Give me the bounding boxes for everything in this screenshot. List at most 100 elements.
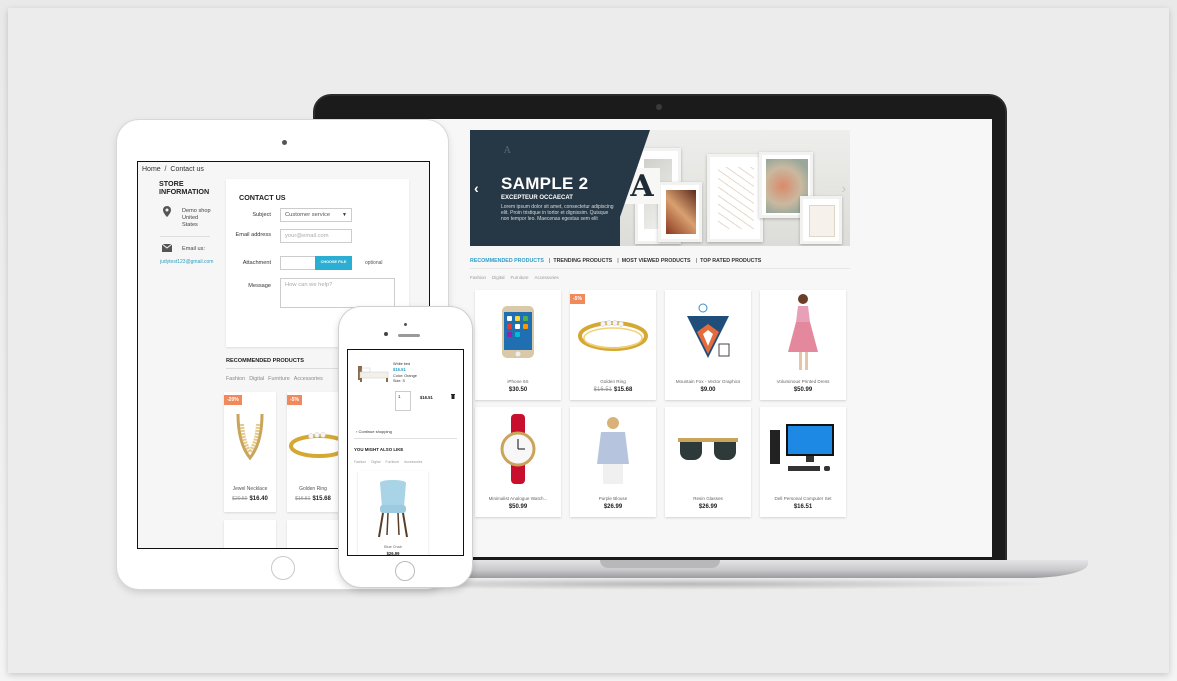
product-image-dress [760,290,846,374]
category-accessories[interactable]: Accessories [404,460,422,464]
product-price: $16.51 $15.68 [570,387,656,393]
category-furniture[interactable]: Furniture [386,460,400,464]
product-card[interactable]: Purple Blouse $26.99 [570,407,656,517]
tab-trending[interactable]: TRENDING PRODUCTS [553,258,612,264]
product-image-computer [760,407,846,491]
product-card[interactable]: iPhone 6S $30.50 [475,290,561,400]
breadcrumb[interactable]: Home / Contact us [142,166,204,173]
divider [160,236,210,237]
product-name[interactable]: Blue Chair [358,545,428,549]
subject-select[interactable]: Customer service ▼ [280,208,352,222]
cart-item: White bed $16.51 Color: Orange Size: S 1 … [348,350,463,430]
file-name-field[interactable] [280,256,316,270]
banner-subtitle: EXCEPTEUR OCCAECAT [501,195,573,201]
discount-badge: -20% [224,395,242,405]
phone-sensor [404,323,407,326]
category-furniture[interactable]: Furniture [268,376,290,382]
product-name[interactable]: Purple Blouse [570,496,656,501]
map-pin-icon [163,206,171,219]
chevron-left-icon[interactable]: ‹ [474,180,479,196]
chevron-right-icon[interactable]: › [841,180,846,196]
tab-top-rated[interactable]: TOP RATED PRODUCTS [700,258,761,264]
cart-item-color: Color: Orange [393,374,417,378]
art-frame [658,182,702,242]
old-price: $16.51 [593,387,612,393]
category-accessories[interactable]: Accessories [535,275,559,280]
category-digital[interactable]: Digital [249,376,264,382]
message-textarea[interactable]: How can we help? [280,278,395,308]
product-name[interactable]: Resin Glasses [665,496,751,501]
product-card[interactable]: Voluminous Printed Dress $50.99 [760,290,846,400]
category-furniture[interactable]: Furniture [511,275,529,280]
product-image-glasses [665,407,751,491]
tab-recommended[interactable]: RECOMMENDED PRODUCTS [470,258,544,264]
phone-speaker [398,334,420,337]
current-price: $15.68 [614,387,633,393]
email-field[interactable]: your@email.com [280,229,352,243]
product-card[interactable]: Minimalist Analogue Watch... $50.99 [475,407,561,517]
product-name[interactable]: Mountain Fox - Vector Graphics [665,379,751,384]
category-fashion[interactable]: Fashion [354,460,366,464]
product-name[interactable]: Minimalist Analogue Watch... [475,496,561,501]
old-price: $20.50 [232,496,248,502]
product-card[interactable]: -5% Golden Ring $16.51 $15.68 [570,290,656,400]
laptop-notch [600,560,720,568]
continue-shopping-link[interactable]: ‹ Continue shopping [356,429,392,434]
product-image-chair [378,480,408,538]
choose-file-button[interactable]: CHOOSE FILE [315,256,352,270]
optional-note: optional [365,260,383,266]
product-card[interactable] [224,520,276,548]
category-accessories[interactable]: Accessories [294,376,323,382]
product-image-necklace [236,414,264,461]
quantity-stepper[interactable]: 1 [395,391,411,411]
product-name[interactable]: Golden Ring [570,379,656,384]
product-image-ring [570,290,656,374]
banner-diagonal [610,130,650,246]
product-name[interactable]: Voluminous Printed Dress [760,379,846,384]
cart-item-price: $16.51 [393,367,406,372]
store-info-title: STORE INFORMATION [159,179,210,196]
product-price: $50.99 [793,387,813,393]
product-price: $16.51 [793,504,813,510]
product-card[interactable]: Mountain Fox - Vector Graphics $9.00 [665,290,751,400]
product-price: $26.99 [698,504,718,510]
store-email-link[interactable]: judytest123@gmail.com [160,259,218,265]
product-price: $20.50 $16.40 [224,496,276,502]
product-name[interactable]: Jewel Necklace [224,486,276,492]
trash-icon[interactable] [451,394,455,401]
category-fashion[interactable]: Fashion [470,275,486,280]
store-address: Demo shop United States [182,208,211,228]
attachment-label: Attachment [242,260,271,266]
product-price: $26.99 [386,551,400,556]
category-tabs: Fashion Digital Furniture Accessories [470,275,565,280]
product-image-phone [475,290,561,374]
message-label: Message [248,283,271,289]
product-price: $30.50 [508,387,528,393]
product-card[interactable] [287,520,339,548]
product-card[interactable]: -20% Jewel Necklace $20.50 $16.40 [224,392,276,512]
category-digital[interactable]: Digital [371,460,380,464]
envelope-icon [161,243,173,254]
tablet-home-button [271,556,295,580]
product-name[interactable]: Dell Personal Computer Set [760,496,846,501]
line-total: $16.51 [420,395,433,400]
product-card[interactable]: Dell Personal Computer Set $16.51 [760,407,846,517]
caret-down-icon: ▼ [342,212,347,218]
product-price: $16.51 $15.68 [287,496,339,502]
product-name[interactable]: Golden Ring [287,486,339,492]
product-image-bed [358,366,389,382]
cart-item-name[interactable]: White bed [393,362,410,367]
quantity-value: 1 [398,394,401,399]
product-card[interactable]: Blue Chair $26.99 [358,471,428,556]
banner-title: SAMPLE 2 [501,174,589,193]
product-image-watch [475,407,561,491]
product-card[interactable]: Resin Glasses $26.99 [665,407,751,517]
product-name[interactable]: iPhone 6S [475,379,561,384]
subject-label: Subject [252,212,271,218]
category-digital[interactable]: Digital [492,275,505,280]
category-fashion[interactable]: Fashion [226,376,245,382]
phone-home-button [395,561,415,581]
product-card[interactable]: -5% Golden Ring $16.51 $15.68 [287,392,349,512]
tab-most-viewed[interactable]: MOST VIEWED PRODUCTS [622,258,691,264]
category-tabs: Fashion Digital Furniture Accessories [354,460,427,464]
